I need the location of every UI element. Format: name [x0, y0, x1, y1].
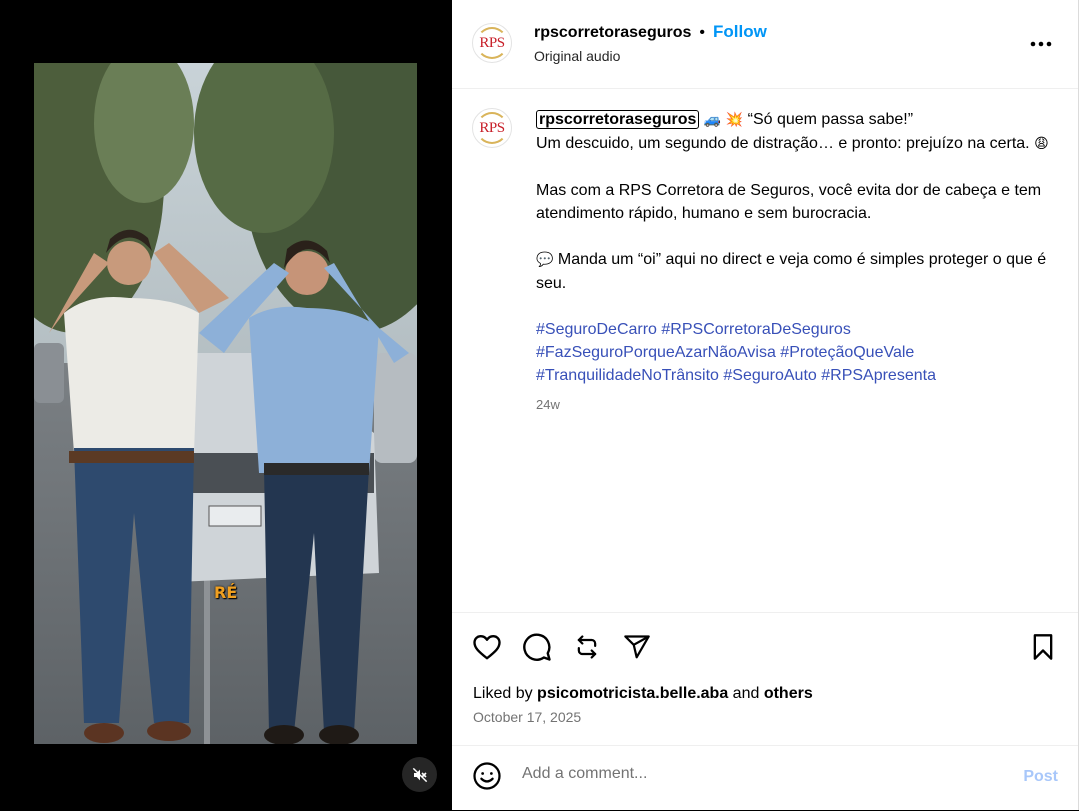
comment-input[interactable]	[522, 765, 962, 783]
caption-age[interactable]: 24w	[536, 393, 1056, 416]
car-emoji: 🚙	[703, 112, 722, 128]
author-username[interactable]: rpscorretoraseguros	[534, 24, 691, 41]
post-comment-button[interactable]: Post	[1023, 768, 1058, 786]
hashtag[interactable]: #ProteçãoQueVale	[780, 344, 914, 361]
hashtag[interactable]: #RPSCorretoraDeSeguros	[661, 321, 850, 338]
more-horizontal-icon	[1030, 41, 1052, 47]
logo-text: RPS	[479, 119, 505, 136]
like-button[interactable]	[470, 630, 504, 664]
share-icon	[624, 635, 650, 659]
comment-button[interactable]	[520, 630, 554, 664]
media-pane: RÉ	[0, 0, 452, 810]
weary-emoji: 😩	[1034, 136, 1049, 152]
hashtag[interactable]: #RPSApresenta	[821, 367, 936, 384]
hashtag-list: #SeguroDeCarro #RPSCorretoraDeSeguros #F…	[536, 318, 1056, 387]
action-bar: Liked by psicomotricista.belle.aba and o…	[452, 612, 1078, 746]
post-header: RPS rpscorretoraseguros • Follow Original …	[452, 0, 1078, 89]
likes-summary: Liked by psicomotricista.belle.aba and o…	[473, 685, 813, 703]
speaker-muted-icon	[412, 767, 427, 782]
caption-line-2-text: Um descuido, um segundo de distração… e …	[536, 135, 1035, 152]
caption-username[interactable]: rpscorretoraseguros	[536, 110, 700, 129]
caption-line-1: rpscorretoraseguros 🚙 💥 “Só quem passa s…	[536, 108, 1056, 132]
video-caption-overlay: RÉ	[214, 583, 238, 602]
comment-icon	[523, 633, 551, 661]
speech-bubble-emoji: 💬	[536, 252, 554, 268]
avatar[interactable]: RPS	[472, 23, 512, 63]
audio-label[interactable]: Original audio	[534, 48, 767, 64]
liked-by-user[interactable]: psicomotricista.belle.aba	[537, 685, 728, 702]
follow-button[interactable]: Follow	[713, 22, 767, 41]
share-button[interactable]	[620, 630, 654, 664]
separator-dot: •	[699, 24, 705, 41]
logo-text: RPS	[479, 34, 505, 51]
emoji-picker-button[interactable]	[472, 761, 502, 796]
more-options-button[interactable]	[1030, 34, 1052, 52]
post-caption: rpscorretoraseguros 🚙 💥 “Só quem passa s…	[536, 108, 1056, 416]
smiley-icon	[473, 762, 501, 790]
video-frame-image	[34, 63, 417, 744]
liked-others-link[interactable]: others	[764, 685, 813, 702]
hashtag[interactable]: #FazSeguroPorqueAzarNãoAvisa	[536, 344, 776, 361]
heart-icon	[473, 634, 501, 660]
bookmark-icon	[1033, 634, 1053, 660]
mute-toggle-button[interactable]	[402, 757, 437, 792]
comment-bar: Post	[452, 745, 1078, 811]
caption-quote: “Só quem passa sabe!”	[743, 111, 914, 128]
caption-paragraph-2: Mas com a RPS Corretora de Seguros, você…	[536, 182, 1042, 222]
hashtag[interactable]: #TranquilidadeNoTrânsito	[536, 367, 719, 384]
repost-button[interactable]	[570, 630, 604, 664]
hashtag[interactable]: #SeguroDeCarro	[536, 321, 657, 338]
header-meta: rpscorretoraseguros • Follow Original audi…	[534, 22, 767, 64]
caption-paragraph-3-text: Manda um “oi” aqui no direct e veja como…	[536, 251, 1047, 292]
liked-and: and	[728, 685, 764, 702]
caption-line-2: Um descuido, um segundo de distração… e …	[536, 132, 1056, 156]
repost-icon	[577, 635, 597, 659]
collision-emoji: 💥	[725, 112, 744, 128]
post-date[interactable]: October 17, 2025	[473, 709, 581, 725]
save-button[interactable]	[1026, 630, 1060, 664]
hashtag[interactable]: #SeguroAuto	[723, 367, 816, 384]
video-player[interactable]: RÉ	[34, 63, 417, 744]
liked-prefix: Liked by	[473, 685, 538, 702]
caption-paragraph-3: 💬 Manda um “oi” aqui no direct e veja co…	[536, 248, 1056, 295]
post-detail-panel: RPS rpscorretoraseguros • Follow Original …	[452, 0, 1079, 810]
caption-avatar[interactable]: RPS	[472, 108, 512, 148]
